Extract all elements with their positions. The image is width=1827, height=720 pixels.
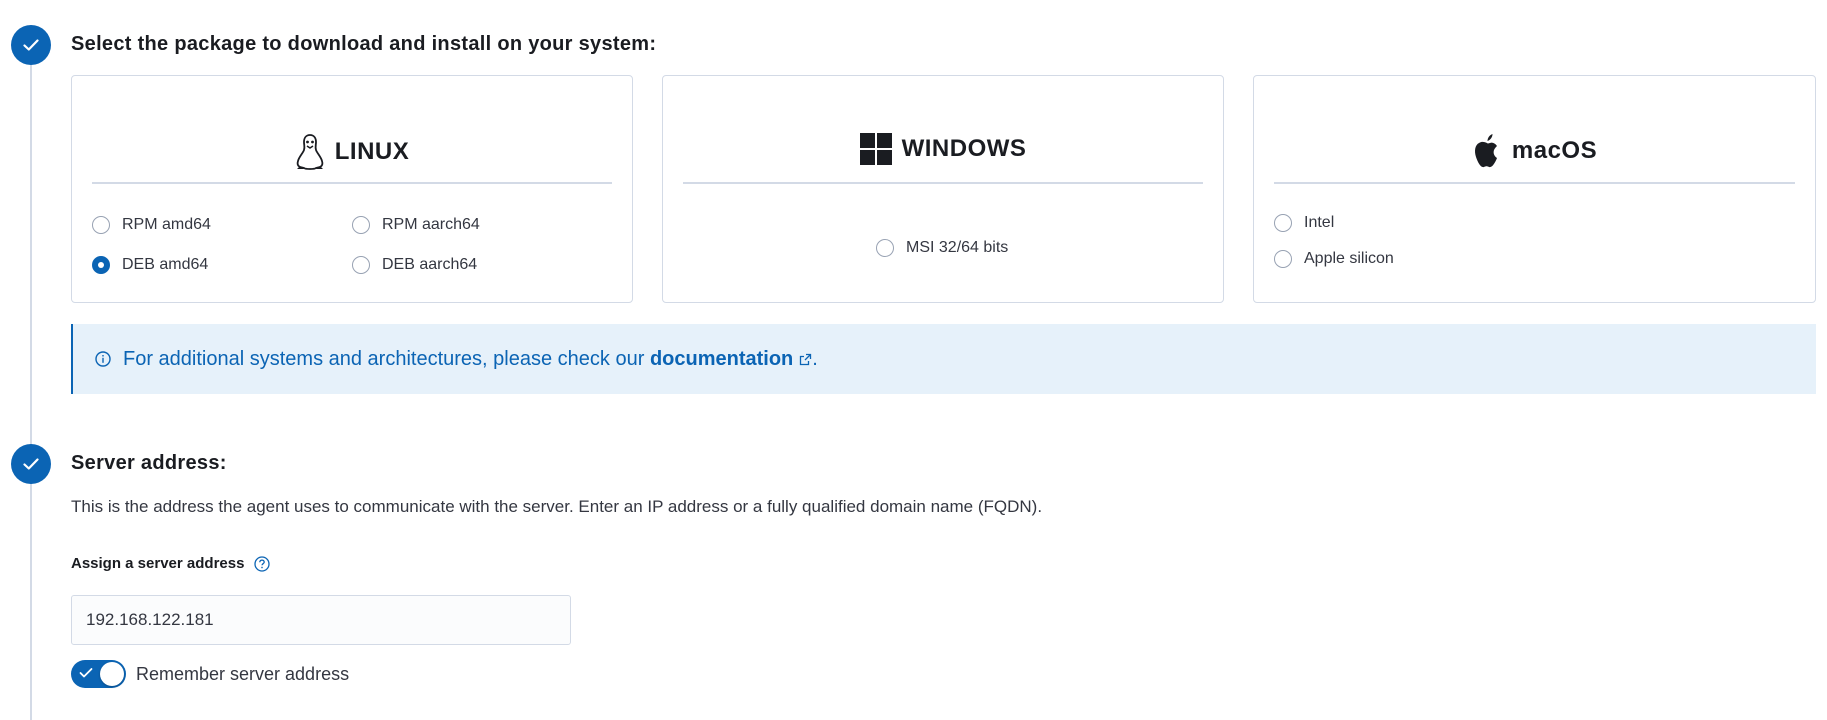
server-address-label: Assign a server address (71, 555, 271, 572)
steps-rail (30, 60, 32, 720)
radio-label: Intel (1304, 214, 1335, 231)
callout-suffix: . (812, 347, 818, 370)
apple-logo-icon (1474, 134, 1497, 168)
external-link-icon[interactable] (799, 353, 812, 366)
question-circle-icon[interactable] (254, 555, 271, 572)
check-icon (23, 458, 39, 470)
divider (1274, 182, 1795, 184)
macos-card-header: macOS (1254, 133, 1815, 169)
step-title-server: Server address: (71, 452, 227, 474)
radio-button[interactable] (352, 256, 370, 274)
remember-server-label: Remember server address (136, 663, 350, 684)
callout-text: For additional systems and architectures… (123, 348, 818, 371)
step-title-package: Select the package to download and insta… (71, 33, 657, 55)
server-address-input[interactable] (71, 595, 571, 645)
step-complete-icon (11, 444, 51, 484)
radio-button[interactable] (876, 239, 894, 257)
step-complete-icon (11, 25, 51, 65)
linux-penguin-icon (296, 134, 324, 170)
remember-server-row: Remember server address (71, 660, 349, 688)
windows-title: WINDOWS (901, 135, 1027, 162)
windows-logo-icon (859, 133, 892, 165)
info-callout: For additional systems and architectures… (71, 324, 1816, 394)
linux-card: LINUX RPM amd64 RPM aarch64 DEB amd64 DE… (71, 75, 633, 303)
radio-button[interactable] (352, 216, 370, 234)
radio-button-selected[interactable] (92, 256, 110, 274)
radio-button[interactable] (1274, 250, 1292, 268)
linux-card-header: LINUX (72, 133, 632, 171)
divider (683, 182, 1203, 184)
windows-card-header: WINDOWS (663, 133, 1223, 165)
radio-label: DEB amd64 (122, 256, 209, 273)
windows-card: WINDOWS MSI 32/64 bits (662, 75, 1224, 303)
radio-intel[interactable]: Intel (1274, 214, 1334, 232)
macos-title: macOS (1511, 137, 1598, 164)
toggle-knob[interactable] (100, 662, 124, 686)
linux-title: LINUX (334, 138, 410, 165)
radio-rpm-amd64[interactable]: RPM amd64 (92, 216, 211, 234)
documentation-link[interactable]: documentation (650, 348, 793, 370)
macos-card: macOS Intel Apple silicon (1253, 75, 1816, 303)
radio-label: DEB aarch64 (382, 256, 478, 273)
radio-button[interactable] (92, 216, 110, 234)
radio-apple-silicon[interactable]: Apple silicon (1274, 250, 1394, 268)
divider (92, 182, 612, 184)
radio-label: MSI 32/64 bits (906, 239, 1009, 256)
radio-msi[interactable]: MSI 32/64 bits (876, 239, 1008, 257)
server-description: This is the address the agent uses to co… (71, 497, 1043, 516)
radio-rpm-aarch64[interactable]: RPM aarch64 (352, 216, 480, 234)
radio-label: RPM amd64 (122, 216, 211, 233)
radio-deb-amd64[interactable]: DEB amd64 (92, 256, 208, 274)
radio-label: Apple silicon (1304, 250, 1394, 267)
remember-server-toggle[interactable] (71, 660, 126, 688)
radio-deb-aarch64[interactable]: DEB aarch64 (352, 256, 477, 274)
radio-button[interactable] (1274, 214, 1292, 232)
callout-message: For additional systems and architectures… (123, 347, 650, 370)
field-label-text: Assign a server address (71, 555, 245, 572)
info-icon (95, 351, 111, 367)
check-icon (23, 39, 39, 51)
check-icon (79, 668, 93, 678)
radio-label: RPM aarch64 (382, 216, 480, 233)
